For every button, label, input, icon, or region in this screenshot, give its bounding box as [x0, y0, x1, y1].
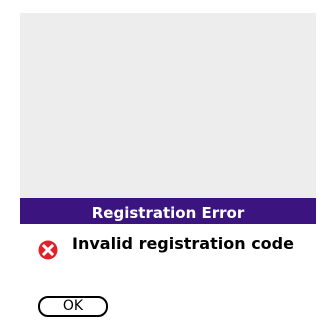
error-message: Invalid registration code	[72, 234, 294, 253]
app-screen: Registration Error Invalid registration …	[20, 13, 316, 327]
error-icon	[38, 240, 58, 260]
dialog-title: Registration Error	[20, 202, 316, 224]
ok-button[interactable]: OK	[38, 296, 108, 317]
registration-error-dialog: Registration Error Invalid registration …	[20, 198, 316, 327]
